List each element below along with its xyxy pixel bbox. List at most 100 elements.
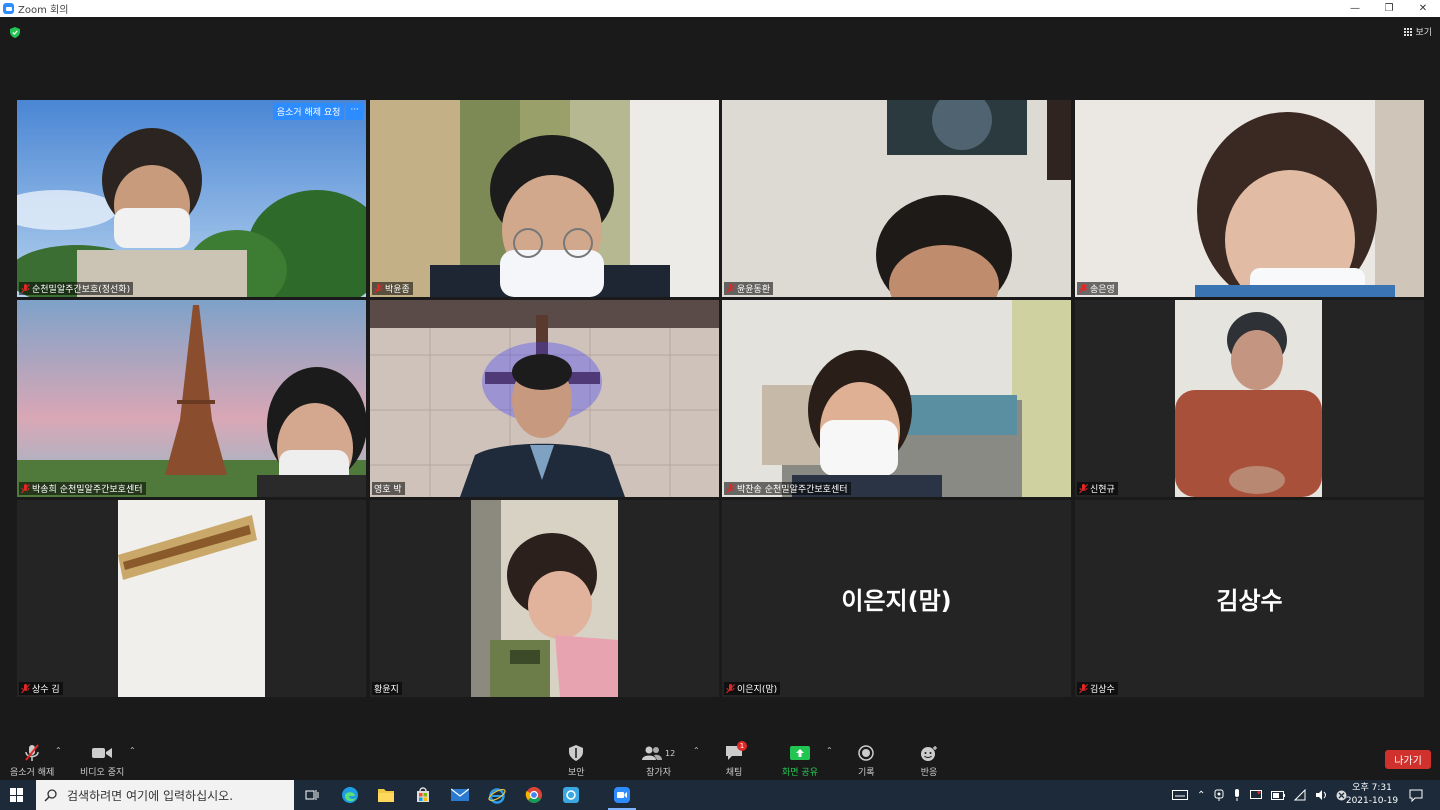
tray-expand-icon[interactable]: ⌃ — [1197, 790, 1205, 801]
participant-name: 영호 박 — [374, 485, 402, 495]
keyboard-icon[interactable] — [1172, 790, 1188, 800]
video-tile[interactable]: 상수 김 — [17, 500, 366, 697]
participant-name: 순천밀알주간보호(정선화) — [32, 285, 131, 295]
security-label: 보안 — [568, 768, 585, 778]
participant-name-tag: 이은지(맘) — [724, 682, 781, 695]
video-tile-active-speaker[interactable]: 영호 박 — [370, 300, 719, 497]
participant-video — [722, 100, 1071, 297]
close-button[interactable]: ✕ — [1406, 0, 1440, 17]
mic-muted-icon — [374, 283, 383, 293]
network-icon[interactable] — [1294, 789, 1306, 801]
reactions-button[interactable]: 반응 — [920, 743, 938, 778]
grid-view-icon — [1404, 27, 1413, 36]
minimize-button[interactable]: — — [1338, 0, 1372, 17]
participant-name-tag: 영호 박 — [372, 482, 405, 495]
internet-explorer-icon[interactable] — [487, 785, 507, 805]
video-tile[interactable]: 음소거 해제 요청 ··· 순천밀알주간보호(정선화) — [17, 100, 366, 297]
video-tile[interactable]: 박윤종 — [370, 100, 719, 297]
chrome-icon[interactable] — [524, 785, 544, 805]
video-tile[interactable]: 신현규 — [1075, 300, 1424, 497]
participant-video — [17, 100, 366, 297]
record-button[interactable]: 기록 — [858, 743, 875, 778]
battery-icon[interactable] — [1271, 790, 1286, 800]
task-view-icon[interactable] — [302, 785, 322, 805]
video-tile[interactable]: 박찬송 순천밀알주간보호센터 — [722, 300, 1071, 497]
unmute-label: 음소거 해제 — [10, 768, 55, 778]
mic-muted-icon — [726, 683, 735, 693]
participant-name-tag: 박찬송 순천밀알주간보호센터 — [724, 482, 851, 495]
share-options-caret-icon[interactable]: ⌃ — [826, 746, 833, 755]
share-screen-label: 화면 공유 — [782, 768, 818, 778]
participant-count: 12 — [665, 748, 676, 758]
participant-name: 이은지(맘) — [737, 685, 778, 695]
emoji-smile-icon — [921, 746, 937, 761]
mic-muted-icon — [1079, 683, 1088, 693]
app-icon[interactable] — [561, 785, 581, 805]
participant-display-name: 이은지(맘) — [841, 587, 952, 615]
leave-meeting-button[interactable]: 나가기 — [1385, 750, 1431, 769]
unmute-button[interactable]: 음소거 해제 — [10, 743, 54, 778]
participants-label: 참가자 — [646, 768, 672, 778]
windows-taskbar: 검색하려면 여기에 입력하십시오. ⌃ 오후 7:31 2021-10-19 — [0, 780, 1440, 810]
participant-name: 황윤지 — [374, 685, 399, 695]
view-button[interactable]: 보기 — [1404, 25, 1432, 38]
video-off-tile[interactable]: 김상수 김상수 — [1075, 500, 1424, 697]
participant-name-tag: 황윤지 — [372, 682, 402, 695]
participant-name: 김상수 — [1090, 685, 1115, 695]
microphone-tray-icon[interactable] — [1233, 789, 1241, 801]
video-tile[interactable]: 박송희 순천밀알주간보호센터 — [17, 300, 366, 497]
security-button[interactable]: 보안 — [568, 743, 585, 778]
file-explorer-icon[interactable] — [376, 785, 396, 805]
video-off-tile[interactable]: 이은지(맘) 이은지(맘) — [722, 500, 1071, 697]
mic-muted-icon — [1079, 283, 1088, 293]
video-tile[interactable]: 황윤지 — [370, 500, 719, 697]
windows-start-icon[interactable] — [10, 788, 24, 802]
meeting-toolbar: 음소거 해제 ⌃ 비디오 중지 ⌃ 보안 12 참가자 ⌃ 1 채팅 화면 공유… — [0, 739, 1440, 780]
clock-date: 2021-10-19 — [1345, 796, 1399, 806]
participant-video — [1075, 300, 1424, 497]
participant-name: 박윤종 — [385, 285, 410, 295]
audio-options-caret-icon[interactable]: ⌃ — [55, 746, 62, 755]
notifications-icon[interactable] — [1406, 785, 1426, 805]
microsoft-store-icon[interactable] — [413, 785, 433, 805]
zoom-taskbar-icon[interactable] — [612, 785, 632, 805]
participants-options-caret-icon[interactable]: ⌃ — [693, 746, 700, 755]
participant-video — [370, 300, 719, 497]
mic-off-icon — [25, 744, 39, 761]
share-screen-button[interactable]: 화면 공유 — [782, 743, 818, 778]
stop-video-label: 비디오 중지 — [80, 768, 125, 778]
security-shield-icon — [569, 745, 584, 761]
participant-video — [370, 100, 719, 297]
chat-label: 채팅 — [725, 768, 743, 778]
participant-name: 박찬송 순천밀알주간보호센터 — [737, 485, 848, 495]
restore-button[interactable]: ❐ — [1372, 0, 1406, 17]
volume-icon[interactable] — [1315, 789, 1327, 801]
display-tray-icon[interactable] — [1250, 789, 1263, 801]
mic-muted-icon — [726, 283, 735, 293]
share-screen-icon — [789, 746, 810, 760]
taskbar-search-placeholder: 검색하려면 여기에 입력하십시오. — [67, 788, 234, 803]
participant-name: 윤윤동환 — [737, 285, 771, 295]
participants-button[interactable]: 12 참가자 — [642, 743, 675, 778]
chat-button[interactable]: 1 채팅 — [725, 741, 747, 778]
stop-video-button[interactable]: 비디오 중지 — [80, 743, 124, 778]
participant-video — [722, 300, 1071, 497]
taskbar-clock[interactable]: 오후 7:31 2021-10-19 — [1344, 782, 1400, 808]
mic-muted-icon — [726, 483, 735, 493]
video-options-caret-icon[interactable]: ⌃ — [129, 746, 136, 755]
video-tile[interactable]: 윤윤동환 — [722, 100, 1071, 297]
taskbar-search-box[interactable]: 검색하려면 여기에 입력하십시오. — [36, 780, 294, 810]
encryption-shield-icon[interactable] — [10, 27, 20, 38]
record-label: 기록 — [858, 768, 875, 778]
more-options-button[interactable]: ··· — [346, 103, 363, 120]
request-unmute-button[interactable]: 음소거 해제 요청 — [272, 103, 345, 120]
participant-name-tag: 신현규 — [1077, 482, 1118, 495]
video-tile[interactable]: 송은영 — [1075, 100, 1424, 297]
participant-video — [17, 500, 366, 697]
participant-name: 박송희 순천밀알주간보호센터 — [32, 485, 143, 495]
mail-icon[interactable] — [450, 785, 470, 805]
participant-name: 송은영 — [1090, 285, 1115, 295]
edge-browser-icon[interactable] — [340, 785, 360, 805]
zoom-logo-icon — [3, 3, 14, 14]
camera-tray-icon[interactable] — [1214, 789, 1224, 801]
